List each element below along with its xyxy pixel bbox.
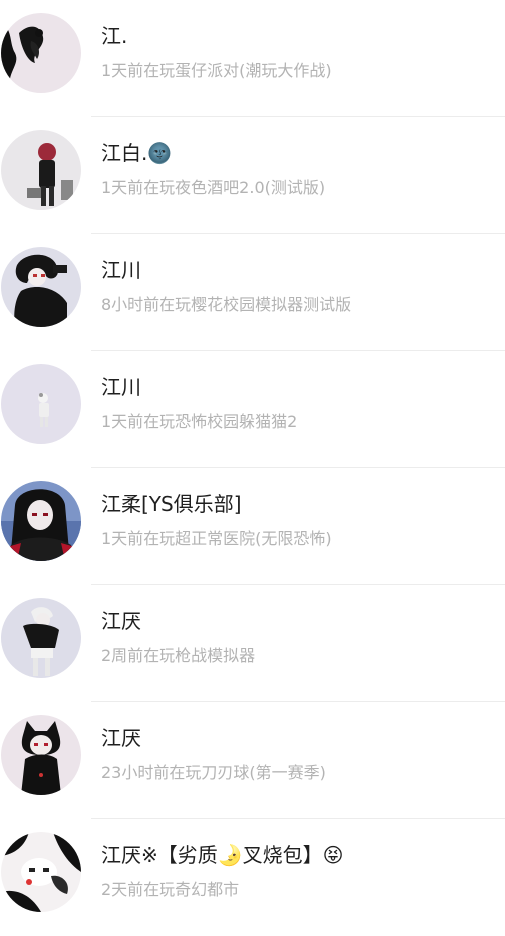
friend-name: 江厌 xyxy=(101,609,141,633)
friend-name: 江厌※【劣质🌛叉烧包】😝 xyxy=(101,843,344,867)
avatar-black-smoke-icon[interactable] xyxy=(1,13,81,93)
friend-row[interactable]: 江厌※【劣质🌛叉烧包】😝 2天前在玩奇幻都市 xyxy=(0,819,505,936)
friend-status: 2天前在玩奇幻都市 xyxy=(101,880,240,899)
friend-name: 江柔[YS俱乐部] xyxy=(101,492,242,516)
friend-status: 1天前在玩恐怖校园躲猫猫2 xyxy=(101,412,298,431)
avatar-dark-hair-pose-icon[interactable] xyxy=(1,247,81,327)
friend-name: 江厌 xyxy=(101,726,141,750)
friend-name: 江川 xyxy=(101,258,141,282)
friend-status: 23小时前在玩刀刃球(第一赛季) xyxy=(101,763,326,782)
avatar-red-hair-figure-icon[interactable] xyxy=(1,130,81,210)
friend-status: 1天前在玩夜色酒吧2.0(测试版) xyxy=(101,178,326,197)
friend-name: 江白.🌚 xyxy=(101,141,173,165)
friend-row[interactable]: 江厌 2周前在玩枪战模拟器 xyxy=(0,585,505,702)
friend-row[interactable]: 江厌 23小时前在玩刀刃球(第一赛季) xyxy=(0,702,505,819)
friend-row[interactable]: 江. 1天前在玩蛋仔派对(潮玩大作战) xyxy=(0,0,505,117)
friend-row[interactable]: 江川 1天前在玩恐怖校园躲猫猫2 xyxy=(0,351,505,468)
friend-status: 1天前在玩蛋仔派对(潮玩大作战) xyxy=(101,61,332,80)
friend-name: 江川 xyxy=(101,375,141,399)
avatar-small-white-figure-icon[interactable] xyxy=(1,364,81,444)
friend-status: 8小时前在玩樱花校园模拟器测试版 xyxy=(101,295,352,314)
avatar-bw-face-icon[interactable] xyxy=(1,832,81,912)
friend-list: 江. 1天前在玩蛋仔派对(潮玩大作战) 江白.🌚 1天前在玩夜色酒吧2.0(测试… xyxy=(0,0,505,929)
avatar-long-black-hair-icon[interactable] xyxy=(1,481,81,561)
friend-name: 江. xyxy=(101,24,128,48)
friend-row[interactable]: 江川 8小时前在玩樱花校园模拟器测试版 xyxy=(0,234,505,351)
friend-status: 1天前在玩超正常医院(无限恐怖) xyxy=(101,529,332,548)
friend-row[interactable]: 江柔[YS俱乐部] 1天前在玩超正常医院(无限恐怖) xyxy=(0,468,505,585)
avatar-cat-ear-figure-icon[interactable] xyxy=(1,715,81,795)
friend-status: 2周前在玩枪战模拟器 xyxy=(101,646,256,665)
friend-row[interactable]: 江白.🌚 1天前在玩夜色酒吧2.0(测试版) xyxy=(0,117,505,234)
avatar-white-hair-figure-icon[interactable] xyxy=(1,598,81,678)
